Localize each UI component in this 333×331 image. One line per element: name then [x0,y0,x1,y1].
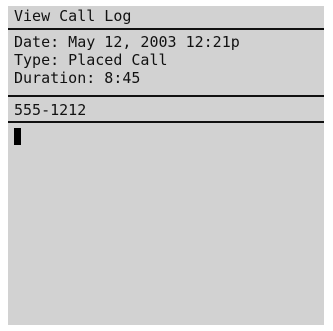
call-date: Date: May 12, 2003 12:21p [14,33,240,51]
call-log-screen: View Call Log Date: May 12, 2003 12:21p … [8,6,324,325]
call-type: Type: Placed Call [14,51,168,69]
page-title: View Call Log [14,7,132,25]
text-cursor[interactable] [14,128,21,145]
title-divider [8,28,324,30]
details-divider [8,95,324,97]
phone-number[interactable]: 555-1212 [14,101,86,119]
number-divider [8,121,324,123]
call-duration: Duration: 8:45 [14,69,141,87]
